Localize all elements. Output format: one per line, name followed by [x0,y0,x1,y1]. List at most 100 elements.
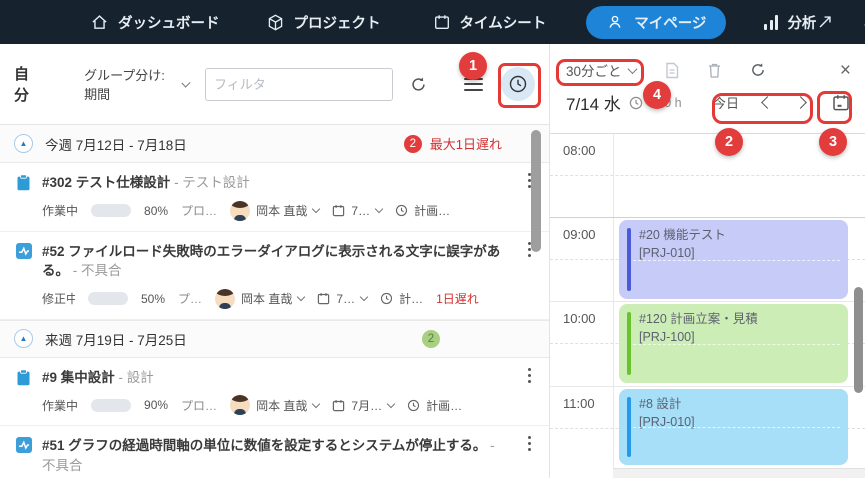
task-project: プ… [178,290,202,307]
assignee-name: 岡本 直哉 [256,397,307,414]
hscrollbar-track[interactable] [613,468,865,478]
task-row[interactable]: #52 ファイルロード失敗時のエラーダイアログに表示される文字に誤字がある。 -… [0,232,549,320]
document-icon[interactable] [664,62,680,79]
task-row[interactable]: #51 グラフの経過時間軸の単位に数値を設定するとシステムが停止する。 - 不具… [0,426,549,478]
assignee-dropdown[interactable]: 岡本 直哉 [230,201,319,221]
group-header-this-week[interactable]: ▲ 今週 7月12日 - 7月18日 2 最大1日遅れ [0,125,549,163]
bar-chart-icon [764,15,778,30]
collapse-icon[interactable]: ▲ [14,329,33,348]
group-count-badge: 2 [404,135,422,153]
home-icon [90,13,109,32]
task-project: プロ… [181,397,217,414]
chevron-down-icon [360,293,368,301]
event-color-bar [627,397,631,457]
collapse-icon[interactable]: ▲ [14,134,33,153]
avatar [215,289,235,309]
task-category: - 不具合 [73,263,122,278]
event-title: #120 計画立案・見積 [639,311,838,329]
assignee-dropdown[interactable]: 岡本 直哉 [230,395,319,415]
task-type-icon [16,368,42,416]
due-date-dropdown[interactable]: 7… [332,204,382,218]
day-calendar[interactable]: 08:00 09:00 10:00 11:00 #20 機能テスト [PRJ-0… [550,133,865,478]
group-by-dropdown[interactable]: グループ分け:期間 [84,65,189,103]
time-label: 09:00 [563,227,596,242]
clock-icon [629,96,643,110]
top-nav: ダッシュボード プロジェクト タイムシート マイページ 分析 [0,0,865,44]
task-title: #51 グラフの経過時間軸の単位に数値を設定するとシステムが停止する。 [42,438,486,453]
progress-percent: 50% [141,292,165,306]
task-category: - 設計 [119,370,154,385]
annotation-number-1: 1 [459,52,487,80]
time-label: 08:00 [563,143,596,158]
close-icon[interactable]: × [840,61,851,80]
task-row[interactable]: #302 テスト仕様設計 - テスト設計 作業中 80% プロ… 岡本 直哉 7… [0,163,549,232]
progress-bar [88,292,128,305]
task-project: プロ… [181,202,217,219]
event-color-bar [627,312,631,375]
event-project-code: [PRJ-010] [639,414,838,432]
nav-project-label: プロジェクト [294,12,381,33]
chevron-down-icon [387,400,395,408]
hour-line [550,386,865,387]
task-title: #302 テスト仕様設計 [42,175,170,190]
annotation-number-4: 4 [643,81,671,109]
hour-line [550,301,865,302]
plan-time: 計… [380,290,423,307]
panel-title: 自分 [14,63,40,105]
scrollbar-thumb[interactable] [854,287,863,393]
kebab-menu-icon[interactable] [528,374,531,377]
schedule-event[interactable]: #120 計画立案・見積 [PRJ-100] [619,304,848,383]
schedule-date: 7/14 水 [566,90,621,115]
group-label: 来週 7月19日 - 7月25日 [45,329,187,349]
calendar-icon [317,292,330,305]
plan-label: 計画… [426,397,462,414]
filter-search-box[interactable] [205,68,393,101]
annotation-box-4 [556,59,644,86]
due-date-dropdown[interactable]: 7… [317,292,367,306]
nav-timesheet[interactable]: タイムシート [433,12,547,33]
annotation-box-3 [817,91,852,124]
group-header-next-week[interactable]: ▲ 来週 7月19日 - 7月25日 2 [0,320,549,358]
nav-mypage-label: マイページ [634,12,706,33]
chevron-down-icon [181,78,190,87]
trash-icon[interactable] [707,62,722,79]
refresh-icon [409,75,428,94]
nav-mypage-active[interactable]: マイページ [586,6,726,39]
due-date: 7… [336,292,355,306]
task-list-panel: 自分 グループ分け:期間 [0,44,549,478]
avatar [230,395,250,415]
task-category: - テスト設計 [174,175,250,190]
task-status: 作業中 [42,397,78,414]
assignee-dropdown[interactable]: 岡本 直哉 [215,289,304,309]
event-color-bar [627,228,631,291]
plan-label: 計… [399,290,423,307]
filter-input[interactable] [214,77,390,92]
calendar-icon [332,204,345,217]
event-title: #20 機能テスト [639,227,838,245]
scrollbar-thumb[interactable] [531,130,541,252]
refresh-button[interactable] [409,75,428,94]
schedule-event[interactable]: #8 設計 [PRJ-010] [619,389,848,465]
nav-project[interactable]: プロジェクト [266,12,381,33]
task-status: 修正中 [42,290,75,307]
annotation-number-3: 3 [819,128,847,156]
task-type-icon [16,173,42,221]
annotation-number-2: 2 [715,128,743,156]
task-title: #9 集中設計 [42,370,115,385]
nav-analysis[interactable]: 分析 [764,12,816,33]
bug-type-icon [16,436,42,478]
task-row[interactable]: #9 集中設計 - 設計 作業中 90% プロ… 岡本 直哉 7月… 計画… [0,358,549,427]
nav-dashboard[interactable]: ダッシュボード [90,12,220,33]
chevron-down-icon [297,293,305,301]
calendar-icon [332,399,345,412]
progress-percent: 90% [144,398,168,412]
nav-analysis-label: 分析 [787,12,816,33]
cube-icon [266,13,285,32]
due-date-dropdown[interactable]: 7月… [332,397,394,414]
event-title: #8 設計 [639,396,838,414]
refresh-icon[interactable] [749,61,767,79]
expand-icon[interactable] [816,13,834,31]
header-divider [550,133,865,134]
progress-percent: 80% [144,204,168,218]
schedule-event[interactable]: #20 機能テスト [PRJ-010] [619,220,848,299]
